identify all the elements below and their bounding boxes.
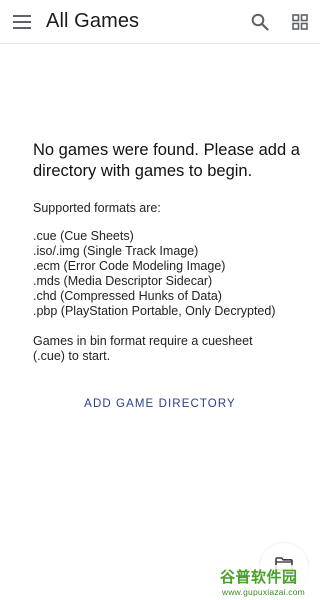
list-item: .iso/.img (Single Track Image) — [33, 244, 199, 258]
watermark: 谷普软件园 www.gupuxiazai.com — [218, 565, 320, 600]
add-game-directory-button[interactable]: ADD GAME DIRECTORY — [0, 394, 320, 414]
search-button[interactable] — [240, 0, 280, 44]
list-item: .ecm (Error Code Modeling Image) — [33, 259, 226, 273]
watermark-logo-text: 谷普软件园 — [220, 569, 298, 586]
top-app-bar: All Games — [0, 0, 320, 44]
empty-state-headline: No games were found. Please add a direct… — [33, 141, 300, 180]
menu-icon — [13, 14, 31, 29]
list-item: .chd (Compressed Hunks of Data) — [33, 289, 222, 303]
list-item: .pbp (PlayStation Portable, Only Decrypt… — [33, 304, 276, 318]
grid-view-button[interactable] — [280, 0, 320, 44]
search-icon — [251, 13, 269, 31]
grid-view-icon — [292, 13, 308, 30]
cuesheet-note: Games in bin format require a cuesheet (… — [33, 334, 253, 363]
app-root: All Games No games were found. Please ad… — [0, 0, 320, 600]
watermark-url: www.gupuxiazai.com — [222, 587, 305, 597]
supported-formats-label: Supported formats are: — [33, 201, 161, 215]
appbar-actions — [240, 0, 320, 44]
format-list: .cue (Cue Sheets) .iso/.img (Single Trac… — [33, 229, 300, 319]
list-item: .mds (Media Descriptor Sidecar) — [33, 274, 213, 288]
menu-button[interactable] — [0, 0, 44, 44]
list-item: .cue (Cue Sheets) — [33, 229, 134, 243]
empty-state: No games were found. Please add a direct… — [33, 140, 300, 364]
page-title: All Games — [46, 10, 140, 32]
